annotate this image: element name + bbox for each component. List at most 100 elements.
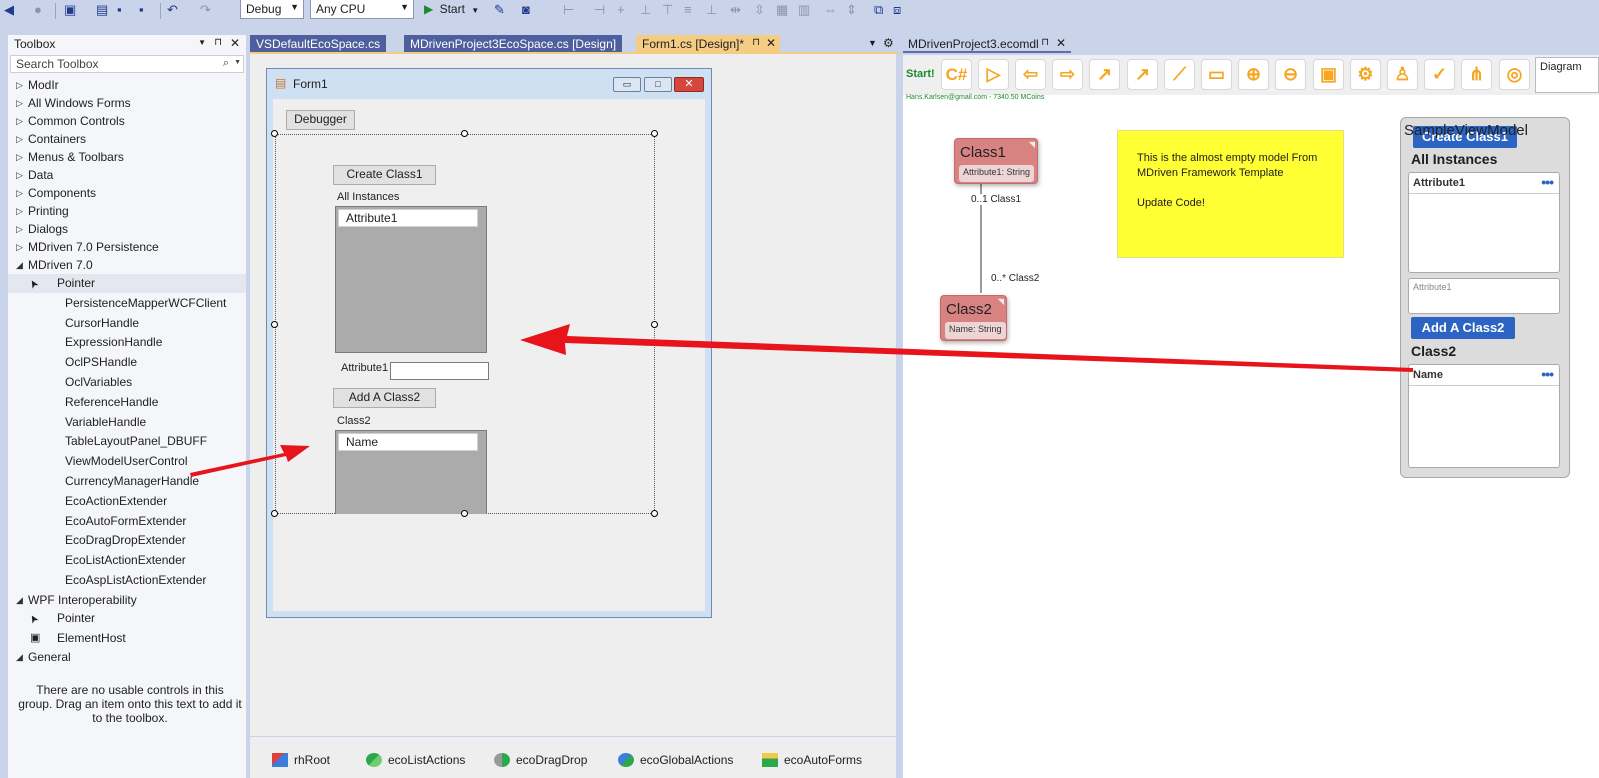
tray-item-ecolistactions[interactable]: ecoListActions: [366, 753, 465, 767]
resize-handle[interactable]: [271, 321, 278, 328]
check-icon[interactable]: ✓: [1424, 59, 1455, 90]
center-v-icon[interactable]: ⇕: [846, 2, 857, 18]
grid-column-header[interactable]: Name: [338, 433, 478, 451]
toolbox-item[interactable]: TableLayoutPanel_DBUFF: [8, 432, 246, 451]
bring-front-icon[interactable]: ⧉: [874, 2, 883, 18]
form1-window[interactable]: ▤ Form1 ▭ □ ✕ Debugger Create Class1 All…: [266, 68, 712, 618]
viewmodel-preview[interactable]: Create Class1 SampleViewModel All Instan…: [1400, 117, 1570, 478]
close-icon[interactable]: ✕: [1056, 36, 1066, 50]
toolbox-item[interactable]: OclPSHandle: [8, 353, 246, 372]
zoom-in-icon[interactable]: ⊕: [1238, 59, 1269, 90]
browser-link-icon[interactable]: ✎: [494, 2, 505, 18]
grid-column-header[interactable]: Attribute1: [338, 209, 478, 227]
comment-note[interactable]: This is the almost empty model From MDri…: [1117, 130, 1344, 258]
chevron-down-icon[interactable]: ▼: [234, 59, 241, 66]
toolbox-item[interactable]: CursorHandle: [8, 314, 246, 333]
close-icon[interactable]: ✕: [766, 36, 776, 50]
toolbox-item[interactable]: OclVariables: [8, 373, 246, 392]
more-icon[interactable]: •••: [1541, 366, 1554, 382]
play-icon[interactable]: ▷: [978, 59, 1009, 90]
general-empty-text[interactable]: There are no usable controls in this gro…: [18, 683, 242, 725]
resize-handle[interactable]: [461, 510, 468, 517]
pin-icon[interactable]: ⊓: [214, 37, 222, 48]
chevron-down-icon[interactable]: ▼: [868, 38, 877, 48]
pin-icon[interactable]: ⊓: [752, 37, 760, 48]
resize-handle[interactable]: [271, 130, 278, 137]
toolbox-group[interactable]: ▷ Data: [8, 166, 246, 185]
start-button[interactable]: ▶ Start ▼: [424, 2, 479, 20]
csharp-button[interactable]: C#: [941, 59, 972, 90]
create-class1-button[interactable]: Create Class1: [333, 165, 436, 185]
toolbox-group[interactable]: ▷ ModIr: [8, 76, 246, 95]
toolbox-item[interactable]: ExpressionHandle: [8, 333, 246, 352]
diagram-dropdown[interactable]: Diagram: [1535, 57, 1599, 93]
collapsed-icon[interactable]: ▷: [16, 202, 23, 221]
toolbox-item[interactable]: ➤ Pointer: [8, 609, 246, 628]
toolbox-item[interactable]: EcoActionExtender: [8, 492, 246, 511]
collapsed-icon[interactable]: ▷: [16, 220, 23, 239]
new-project-icon[interactable]: ▣: [64, 2, 76, 18]
toolbox-item[interactable]: EcoAutoFormExtender: [8, 512, 246, 531]
minimize-button[interactable]: ▭: [613, 77, 641, 92]
align-lefts-icon[interactable]: ⊣: [594, 2, 605, 18]
align-tops-icon[interactable]: ⊤: [662, 2, 673, 18]
collapsed-icon[interactable]: ▷: [16, 76, 23, 95]
expanded-icon[interactable]: ◢: [16, 256, 23, 275]
collapsed-icon[interactable]: ▷: [16, 238, 23, 257]
zoom-out-icon[interactable]: ⊖: [1275, 59, 1306, 90]
viewmodel-icon[interactable]: ▭: [1201, 59, 1232, 90]
send-back-icon[interactable]: ⧈: [893, 2, 901, 18]
class2-grid[interactable]: Name •••: [1408, 364, 1560, 468]
attribute1-field[interactable]: [390, 362, 489, 380]
toolbox-group[interactable]: ▷ Printing: [8, 202, 246, 221]
order-icon[interactable]: ▥: [798, 2, 810, 18]
collapsed-icon[interactable]: ▷: [16, 166, 23, 185]
add-class2-button[interactable]: Add A Class2: [333, 388, 436, 408]
align-middles-icon[interactable]: ≡: [684, 2, 692, 18]
network-icon[interactable]: ⋔: [1461, 59, 1492, 90]
center-h-icon[interactable]: ⇔: [824, 2, 837, 18]
toolbox-item[interactable]: ViewModelUserControl: [8, 452, 246, 471]
grid-column-header[interactable]: Name: [1413, 369, 1443, 381]
grid-column-header[interactable]: Attribute1: [1413, 177, 1465, 189]
toolbox-item[interactable]: ➤ Pointer: [8, 274, 246, 293]
close-icon[interactable]: ✕: [230, 36, 240, 50]
tab-mdrivenproject3ecospace[interactable]: MDrivenProject3EcoSpace.cs [Design]: [404, 35, 623, 53]
toolbox-item[interactable]: VariableHandle: [8, 413, 246, 432]
size-icon[interactable]: ⇳: [754, 2, 765, 18]
screenshot-icon[interactable]: ◙: [522, 2, 530, 18]
class-attribute[interactable]: Attribute1: String: [959, 165, 1035, 182]
grid-icon[interactable]: ▦: [776, 2, 788, 18]
pin-icon[interactable]: ⊓: [1041, 37, 1049, 48]
window-icon[interactable]: ▣: [1313, 59, 1344, 90]
class-attribute[interactable]: Name: String: [945, 322, 1006, 339]
resize-handle[interactable]: [651, 130, 658, 137]
toolbox-item[interactable]: EcoListActionExtender: [8, 551, 246, 570]
forward-icon[interactable]: ●: [34, 2, 42, 18]
tray-item-ecodragdrop[interactable]: ecoDragDrop: [494, 753, 587, 767]
toolbox-item[interactable]: ReferenceHandle: [8, 393, 246, 412]
expanded-icon[interactable]: ◢: [16, 648, 23, 667]
association-icon[interactable]: ↗: [1089, 59, 1120, 90]
resize-handle[interactable]: [461, 130, 468, 137]
toolbox-group-general[interactable]: ◢ General: [8, 648, 246, 667]
attribute1-field[interactable]: Attribute1: [1408, 278, 1560, 314]
toolbox-group[interactable]: ▷ Components: [8, 184, 246, 203]
inheritance-icon[interactable]: ↗: [1127, 59, 1158, 90]
collapsed-icon[interactable]: ▷: [16, 94, 23, 113]
toolbox-item[interactable]: EcoAspListActionExtender: [8, 571, 246, 590]
gear-icon[interactable]: ⚙: [883, 36, 894, 50]
align-rights-icon[interactable]: ⊥: [640, 2, 651, 18]
collapsed-icon[interactable]: ▷: [16, 148, 23, 167]
spacing-icon[interactable]: ⇹: [730, 2, 741, 18]
toolbox-group-mdriven[interactable]: ◢ MDriven 7.0: [8, 256, 246, 275]
forward-arrow-icon[interactable]: ⇨: [1052, 59, 1083, 90]
toolbox-group[interactable]: ▷ Menus & Toolbars: [8, 148, 246, 167]
toolbox-group-wpf[interactable]: ◢ WPF Interoperability: [8, 591, 246, 610]
tray-item-ecoglobalactions[interactable]: ecoGlobalActions: [618, 753, 733, 767]
link-icon[interactable]: ⟋: [1164, 59, 1195, 90]
platform-combo[interactable]: Any CPU ▼: [310, 0, 414, 19]
close-button[interactable]: ✕: [674, 77, 704, 92]
uml-class-class1[interactable]: Class1 Attribute1: String ◥: [954, 138, 1038, 184]
open-icon[interactable]: ▤: [96, 2, 108, 18]
